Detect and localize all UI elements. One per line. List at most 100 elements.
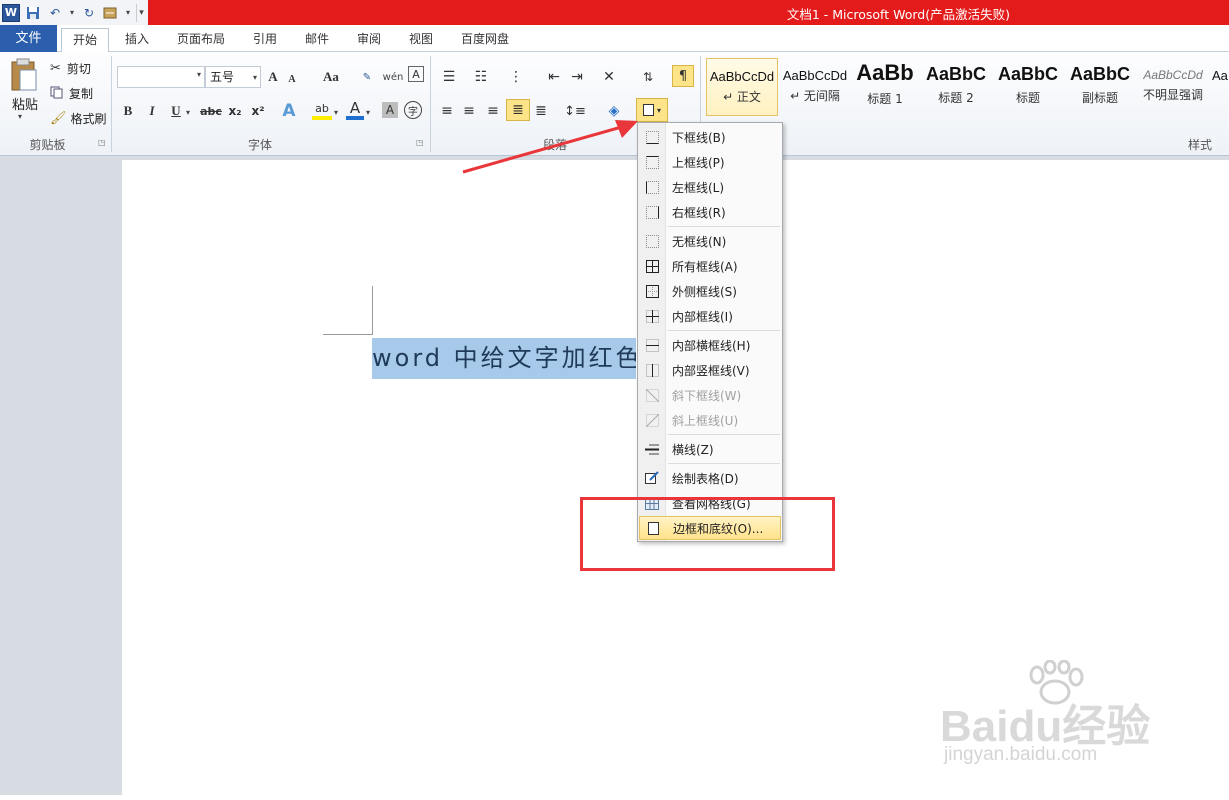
highlight-dropdown-icon[interactable]: ▾ bbox=[334, 108, 338, 117]
menu-item-label: 无框线(N) bbox=[672, 234, 727, 249]
chinese-layout-icon[interactable]: ✕ bbox=[598, 66, 620, 88]
paste-button[interactable]: 粘贴 bbox=[10, 94, 40, 113]
style-sample: AaBbCcDd bbox=[709, 69, 775, 84]
font-color-button[interactable]: A bbox=[346, 99, 364, 120]
change-case-button[interactable]: Aa bbox=[318, 66, 344, 88]
style-name: 副标题 bbox=[1081, 91, 1118, 105]
style-no-spacing[interactable]: AaBbCcDd ↵ 无间隔 bbox=[780, 58, 850, 116]
margin-marker bbox=[372, 286, 373, 334]
menu-item-label: 横线(Z) bbox=[672, 442, 714, 457]
menu-item-label: 所有框线(A) bbox=[672, 259, 738, 274]
qat-more-icon[interactable]: ▾ bbox=[136, 3, 146, 22]
menu-item-inside-horizontal[interactable]: 内部横框线(H) bbox=[639, 333, 781, 357]
menu-item-inside-borders[interactable]: 内部框线(I) bbox=[639, 304, 781, 328]
menu-item-no-border[interactable]: 无框线(N) bbox=[639, 229, 781, 253]
shrink-font-button[interactable]: A bbox=[285, 68, 299, 90]
menu-item-right-border[interactable]: 右框线(R) bbox=[639, 200, 781, 224]
tab-mailings[interactable]: 邮件 bbox=[298, 29, 336, 51]
subscript-button[interactable]: x₂ bbox=[226, 100, 244, 122]
menu-item-label: 内部框线(I) bbox=[672, 309, 733, 324]
font-name-dropdown-icon[interactable]: ▾ bbox=[197, 70, 201, 79]
bold-button[interactable]: B bbox=[119, 100, 137, 122]
style-title[interactable]: AaBbC 标题 bbox=[994, 58, 1062, 116]
style-normal[interactable]: AaBbCcDd ↵ 正文 bbox=[706, 58, 778, 116]
cut-button[interactable]: ✂ 剪切 bbox=[50, 60, 91, 77]
font-name-combobox[interactable]: ▾ bbox=[117, 66, 205, 88]
style-subtle-emphasis[interactable]: AaBbCcDd 不明显强调 bbox=[1138, 58, 1208, 116]
highlight-button[interactable]: ab bbox=[312, 100, 332, 120]
right-border-icon bbox=[645, 205, 659, 219]
save-icon[interactable] bbox=[24, 4, 42, 22]
tab-page-layout[interactable]: 页面布局 bbox=[170, 29, 232, 51]
style-sample: AaBbC bbox=[1069, 64, 1130, 84]
paste-dropdown-icon[interactable]: ▾ bbox=[18, 112, 22, 121]
style-subtitle[interactable]: AaBbC 副标题 bbox=[1066, 58, 1134, 116]
menu-item-outside-borders[interactable]: 外侧框线(S) bbox=[639, 279, 781, 303]
top-border-icon bbox=[645, 155, 659, 169]
font-group-label: 字体 bbox=[247, 138, 272, 152]
phonetic-guide-icon[interactable]: wén bbox=[382, 66, 404, 88]
underline-button[interactable]: U bbox=[167, 100, 185, 122]
diagonal-down-border-icon bbox=[645, 388, 659, 402]
menu-item-left-border[interactable]: 左框线(L) bbox=[639, 175, 781, 199]
tab-references[interactable]: 引用 bbox=[246, 29, 284, 51]
menu-item-all-borders[interactable]: 所有框线(A) bbox=[639, 254, 781, 278]
font-launcher-icon[interactable]: ◳ bbox=[416, 138, 424, 147]
menu-item-diagonal-up[interactable]: 斜上框线(U) bbox=[639, 408, 781, 432]
show-marks-icon[interactable]: ¶ bbox=[672, 65, 694, 87]
decrease-indent-icon[interactable]: ⇤ bbox=[545, 66, 563, 88]
format-painter-button[interactable]: 🖌 格式刷 bbox=[50, 110, 107, 127]
copy-button[interactable]: 复制 bbox=[50, 85, 93, 102]
enclose-characters-button[interactable]: 字 bbox=[404, 101, 422, 119]
menu-item-label: 左框线(L) bbox=[672, 180, 725, 195]
italic-button[interactable]: I bbox=[143, 100, 161, 122]
tab-baidu-netdisk[interactable]: 百度网盘 bbox=[454, 29, 516, 51]
text-effects-button[interactable]: A bbox=[280, 100, 298, 122]
tab-view[interactable]: 视图 bbox=[402, 29, 440, 51]
paste-icon[interactable] bbox=[8, 58, 42, 92]
redo-icon[interactable]: ↻ bbox=[80, 4, 98, 22]
align-left-icon[interactable]: ≡ bbox=[438, 100, 456, 122]
grow-font-button[interactable]: A bbox=[265, 66, 281, 88]
ribbon-tab-bar: 文件 开始 插入 页面布局 引用 邮件 审阅 视图 百度网盘 bbox=[0, 25, 1229, 53]
numbering-icon[interactable]: ☷ bbox=[470, 66, 492, 88]
style-more[interactable]: Aa bbox=[1212, 58, 1229, 116]
undo-dropdown-icon[interactable]: ▾ bbox=[68, 4, 76, 22]
menu-item-horizontal-line[interactable]: 横线(Z) bbox=[639, 437, 781, 461]
font-size-combobox[interactable]: 五号 ▾ bbox=[205, 66, 261, 88]
tab-home[interactable]: 开始 bbox=[61, 28, 109, 53]
character-border-icon[interactable]: A bbox=[408, 66, 424, 82]
menu-item-top-border[interactable]: 上框线(P) bbox=[639, 150, 781, 174]
word-logo-icon[interactable]: W bbox=[2, 3, 20, 22]
menu-item-draw-table[interactable]: 绘制表格(D) bbox=[639, 466, 781, 490]
menu-item-bottom-border[interactable]: 下框线(B) bbox=[639, 125, 781, 149]
menu-item-diagonal-down[interactable]: 斜下框线(W) bbox=[639, 383, 781, 407]
increase-indent-icon[interactable]: ⇥ bbox=[568, 66, 586, 88]
customize-icon[interactable] bbox=[102, 4, 120, 22]
bullets-icon[interactable]: ☰ bbox=[438, 66, 460, 88]
clipboard-launcher-icon[interactable]: ◳ bbox=[98, 138, 106, 147]
multilevel-list-icon[interactable]: ⋮ bbox=[505, 66, 527, 88]
style-sample: Aa bbox=[1212, 68, 1228, 83]
superscript-button[interactable]: x² bbox=[249, 100, 267, 122]
customize-dropdown-icon[interactable]: ▾ bbox=[124, 4, 132, 22]
font-size-dropdown-icon[interactable]: ▾ bbox=[253, 68, 257, 88]
selected-text[interactable]: word 中给文字加红色边框 bbox=[372, 338, 636, 379]
strikethrough-button[interactable]: abc bbox=[199, 100, 223, 122]
character-shading-button[interactable]: A bbox=[382, 102, 398, 118]
clear-formatting-icon[interactable]: ✎ bbox=[358, 66, 376, 88]
tab-review[interactable]: 审阅 bbox=[350, 29, 388, 51]
menu-item-label: 内部竖框线(V) bbox=[672, 363, 750, 378]
underline-dropdown-icon[interactable]: ▾ bbox=[186, 108, 190, 117]
scissors-icon: ✂ bbox=[50, 61, 61, 76]
clipboard-group-label: 剪贴板 bbox=[29, 138, 66, 152]
menu-item-inside-vertical[interactable]: 内部竖框线(V) bbox=[639, 358, 781, 382]
tab-insert[interactable]: 插入 bbox=[118, 29, 156, 51]
sort-icon[interactable]: ⇅ bbox=[638, 66, 658, 88]
undo-icon[interactable]: ↶ bbox=[46, 4, 64, 22]
font-color-dropdown-icon[interactable]: ▾ bbox=[366, 108, 370, 117]
borders-dropdown-icon[interactable]: ▾ bbox=[657, 106, 661, 115]
tab-file[interactable]: 文件 bbox=[0, 25, 57, 52]
style-heading1[interactable]: AaBb 标题 1 bbox=[852, 58, 918, 116]
style-heading2[interactable]: AaBbC 标题 2 bbox=[922, 58, 990, 116]
